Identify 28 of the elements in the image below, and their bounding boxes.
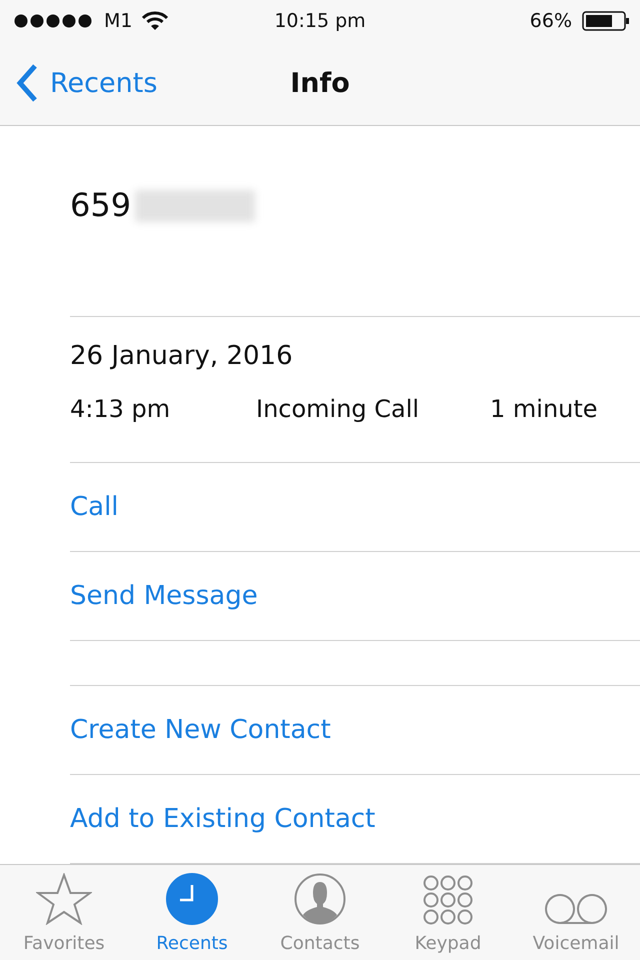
battery-icon <box>582 11 630 31</box>
chevron-left-icon <box>16 64 38 102</box>
keypad-icon <box>423 875 473 925</box>
star-icon <box>36 873 92 925</box>
clock-icon <box>166 873 218 925</box>
clock-time: 10:15 pm <box>274 10 366 32</box>
back-button[interactable]: Recents <box>16 64 158 102</box>
action-link[interactable]: Send Message <box>70 580 258 611</box>
tab-button[interactable]: Recents <box>128 864 256 960</box>
person-icon <box>294 873 346 925</box>
signal-icon <box>14 14 94 28</box>
call-time: 4:13 pm <box>70 394 172 423</box>
tab-button[interactable]: Favorites <box>0 864 128 960</box>
call-duration: 1 minute <box>490 394 598 423</box>
screen-title: Info <box>290 68 350 99</box>
tab-button[interactable]: Voicemail <box>512 864 640 960</box>
battery-percentage: 66% <box>530 10 572 32</box>
tab-button[interactable]: Contacts <box>256 864 384 960</box>
action-link[interactable]: Call <box>70 492 119 522</box>
call-type: Incoming Call <box>256 394 420 423</box>
contact-action-link[interactable]: Add to Existing Contact <box>70 804 376 834</box>
carrier-name: M1 <box>104 10 132 32</box>
contact-action-link[interactable]: Create New Contact <box>70 714 331 745</box>
phone-number: 659 <box>70 186 132 224</box>
call-date: 26 January, 2016 <box>70 340 294 371</box>
voicemail-icon <box>545 893 607 925</box>
wifi-icon <box>142 11 168 31</box>
tab-button[interactable]: Keypad <box>384 864 512 960</box>
